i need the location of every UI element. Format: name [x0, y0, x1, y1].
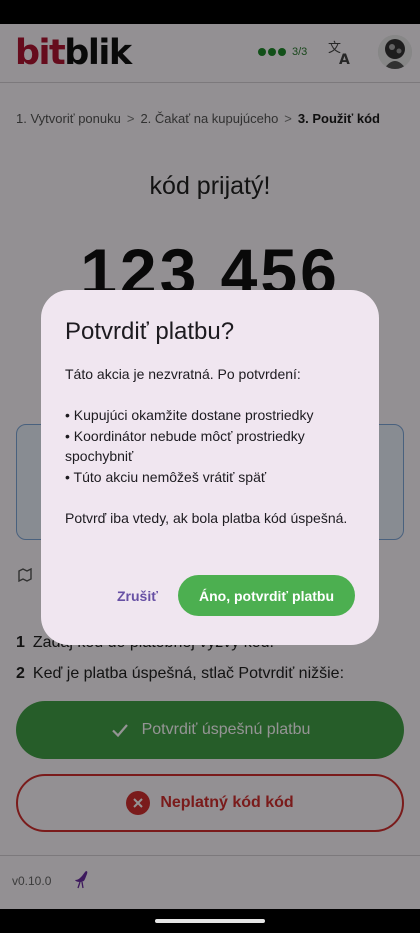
dialog-bullet: • Túto akciu nemôžeš vrátiť späť	[65, 468, 267, 485]
dialog-bullet: • Koordinátor nebude môcť prostriedky sp…	[65, 427, 305, 465]
dialog-body: Táto akcia je nezvratná. Po potvrdení: •…	[65, 364, 365, 529]
system-nav-bar	[0, 909, 420, 933]
app-screen: bitblik 3/3 文 A 1. Vytvoriť ponuku > 2. …	[0, 24, 420, 909]
dialog-cancel-button[interactable]: Zrušiť	[105, 576, 170, 616]
dialog-bullet: • Kupujúci okamžite dostane prostriedky	[65, 407, 314, 424]
home-gesture-handle[interactable]	[155, 919, 265, 923]
dialog-intro: Táto akcia je nezvratná. Po potvrdení:	[65, 366, 301, 382]
dialog-title: Potvrdiť platbu?	[65, 318, 235, 345]
confirm-payment-dialog: Potvrdiť platbu? Táto akcia je nezvratná…	[41, 290, 379, 645]
dialog-confirm-button[interactable]: Áno, potvrdiť platbu	[178, 575, 355, 616]
dialog-outro: Potvrď iba vtedy, ak bola platba kód úsp…	[65, 510, 348, 527]
status-bar	[0, 0, 420, 24]
